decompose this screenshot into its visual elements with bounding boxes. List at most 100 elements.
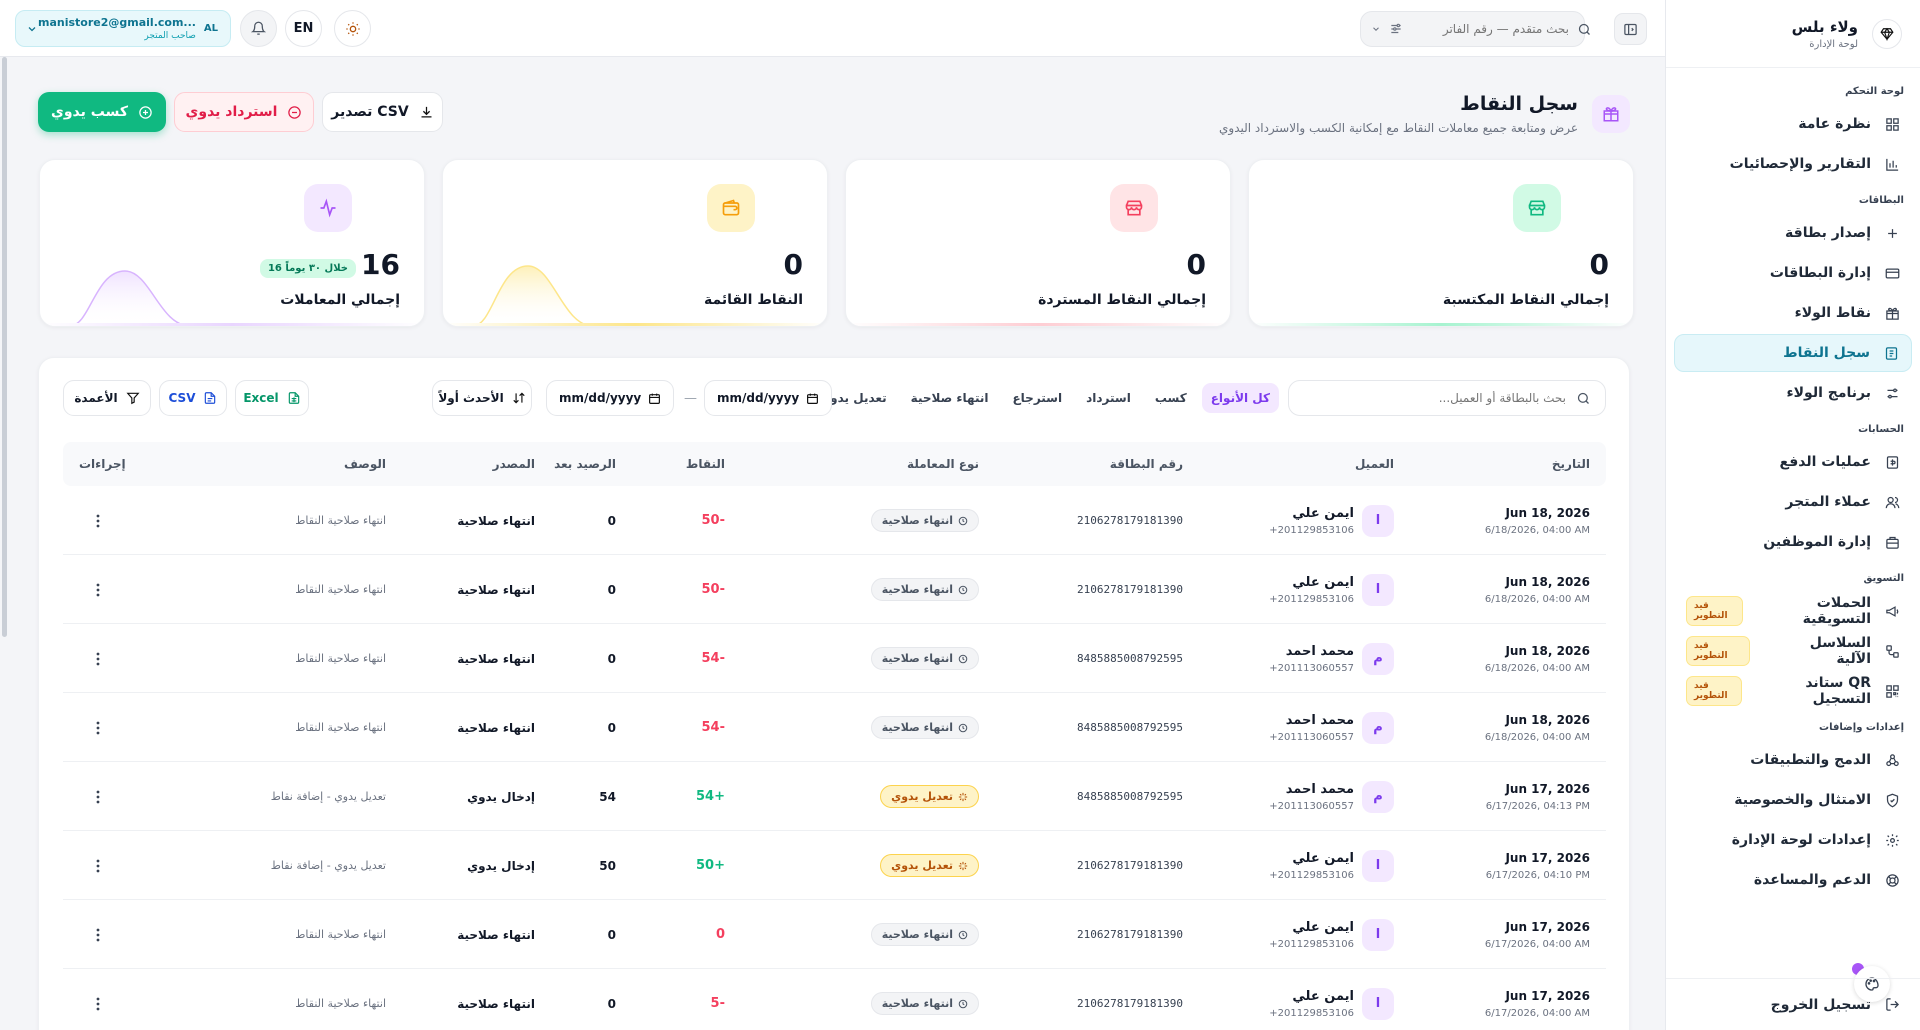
excel-label: Excel xyxy=(243,391,279,405)
cell-customer: ايمن علي +201129853106 ا xyxy=(1194,486,1394,555)
logout-label: تسجيل الخروج xyxy=(1770,996,1871,1013)
brand-title: ولاء بلس xyxy=(1791,17,1858,36)
sidebar-item-points-log[interactable]: سجل النقاط xyxy=(1674,334,1912,372)
row-actions-button[interactable] xyxy=(88,693,108,762)
language-button[interactable]: EN xyxy=(285,10,322,47)
activity-icon xyxy=(304,184,352,232)
col-customer[interactable]: العميل xyxy=(1355,442,1394,486)
sidebar-item-reports[interactable]: التقارير والإحصائيات xyxy=(1674,145,1912,183)
table-search-input[interactable] xyxy=(1303,391,1566,405)
col-card[interactable]: رقم البطاقة xyxy=(1110,442,1183,486)
filter-settings-icon[interactable] xyxy=(1389,22,1403,36)
customer-phone: +201129853106 xyxy=(1269,593,1354,605)
cell-points: 50- xyxy=(701,582,726,597)
sidebar-item-qr-stand[interactable]: قيد التطوير ستاند QR التسجيل xyxy=(1674,672,1912,710)
search-input[interactable] xyxy=(1419,22,1569,36)
cell-source: انتهاء صلاحية xyxy=(457,720,535,735)
cell-balance: 0 xyxy=(607,927,616,942)
cell-points: 54- xyxy=(701,651,726,666)
manual-refund-button[interactable]: استرداد يدوي xyxy=(174,92,314,132)
date-range-separator: — xyxy=(684,391,697,406)
row-actions-button[interactable] xyxy=(88,831,108,900)
sparkline xyxy=(473,265,594,326)
table-row[interactable]: Jun 17, 2026 6/17/2026, 04:00 AM ايمن علي +… xyxy=(63,969,1606,1030)
export-excel-button[interactable]: Excel xyxy=(235,380,309,416)
gift-icon xyxy=(1592,95,1630,133)
time-text: 6/17/2026, 04:00 AM xyxy=(1484,938,1590,950)
chevron-down-icon[interactable] xyxy=(1371,24,1381,34)
clock-icon xyxy=(958,930,968,940)
stat-card-transactions: 16 16 خلال ٣٠ يوماً إجمالي المعاملات xyxy=(39,159,425,327)
filter-all[interactable]: كل الأنواع xyxy=(1201,383,1279,413)
filter-refund[interactable]: استرجاع xyxy=(1003,383,1071,413)
sidebar-item-dashboard-settings[interactable]: إعدادات لوحة الإدارة xyxy=(1674,821,1912,859)
sidebar-item-automation[interactable]: قيد التطوير السلاسل الآلية xyxy=(1674,632,1912,670)
row-actions-button[interactable] xyxy=(88,762,108,831)
lifebuoy-icon xyxy=(1885,873,1900,888)
date-from-input[interactable]: mm/dd/yyyy xyxy=(704,380,832,416)
more-vertical-icon xyxy=(96,514,100,528)
filter-redeem[interactable]: استرداد xyxy=(1077,383,1140,413)
panel-icon xyxy=(1623,22,1638,37)
cell-balance: 50 xyxy=(599,858,616,873)
col-description[interactable]: الوصف xyxy=(344,442,386,486)
date-text: Jun 18, 2026 xyxy=(1505,505,1590,520)
row-actions-button[interactable] xyxy=(88,624,108,693)
users-icon xyxy=(1885,495,1900,510)
table-row[interactable]: Jun 18, 2026 6/18/2026, 04:00 AM ايمن علي +… xyxy=(63,486,1606,555)
user-menu[interactable]: manistore2@gmail.com... صاحب المتجر AL xyxy=(15,10,231,47)
sidebar-item-loyalty-program[interactable]: برنامج الولاء xyxy=(1674,374,1912,412)
cell-source: انتهاء صلاحية xyxy=(457,996,535,1011)
sidebar-toggle-button[interactable] xyxy=(1614,13,1647,45)
main-content: سجل النقاط عرض ومتابعة جميع معاملات النق… xyxy=(0,57,1665,1030)
filter-expiry[interactable]: انتهاء صلاحية xyxy=(902,383,998,413)
sidebar-item-compliance[interactable]: الامتثال والخصوصية xyxy=(1674,781,1912,819)
shield-icon xyxy=(1885,793,1900,808)
export-csv-table-button[interactable]: CSV xyxy=(159,380,227,416)
row-actions-button[interactable] xyxy=(88,486,108,555)
sidebar-item-staff[interactable]: إدارة الموظفين xyxy=(1674,523,1912,561)
row-actions-button[interactable] xyxy=(88,555,108,624)
manual-earn-button[interactable]: كسب يدوي xyxy=(38,92,166,132)
table-row[interactable]: Jun 18, 2026 6/18/2026, 04:00 AM محمد احمد… xyxy=(63,624,1606,693)
row-actions-button[interactable] xyxy=(88,969,108,1030)
notifications-button[interactable] xyxy=(240,10,277,47)
col-balance[interactable]: الرصيد بعد xyxy=(554,442,616,486)
export-csv-button[interactable]: تصدير CSV xyxy=(322,92,443,132)
table-row[interactable]: Jun 18, 2026 6/18/2026, 04:00 AM ايمن علي +… xyxy=(63,555,1606,624)
theme-toggle[interactable] xyxy=(334,10,371,47)
download-icon xyxy=(419,105,434,120)
table-row[interactable]: Jun 18, 2026 6/18/2026, 04:00 AM محمد احمد… xyxy=(63,693,1606,762)
sort-button[interactable]: الأحدث أولاً xyxy=(432,380,532,416)
sidebar-item-support[interactable]: الدعم والمساعدة xyxy=(1674,861,1912,899)
table-row[interactable]: Jun 17, 2026 6/17/2026, 04:13 PM محمد احمد… xyxy=(63,762,1606,831)
sidebar-item-integrations[interactable]: الدمج والتطبيقات xyxy=(1674,741,1912,779)
sidebar-item-issue-card[interactable]: إصدار بطاقة xyxy=(1674,214,1912,252)
time-text: 6/17/2026, 04:13 PM xyxy=(1485,800,1590,812)
sidebar-item-overview[interactable]: نظرة عامة xyxy=(1674,105,1912,143)
store-icon xyxy=(1513,184,1561,232)
col-points[interactable]: النقاط xyxy=(686,442,725,486)
customer-name: ايمن علي xyxy=(1292,505,1354,521)
date-to-input[interactable]: mm/dd/yyyy xyxy=(546,380,674,416)
sidebar-item-loyalty-points[interactable]: نقاط الولاء xyxy=(1674,294,1912,332)
cell-customer: محمد احمد +201113060557 م xyxy=(1194,624,1394,693)
columns-button[interactable]: الأعمدة xyxy=(63,380,151,416)
logout-button[interactable]: تسجيل الخروج xyxy=(1666,978,1920,1030)
sidebar-item-campaigns[interactable]: قيد التطوير الحملات التسويقية xyxy=(1674,592,1912,630)
col-type[interactable]: نوع المعاملة xyxy=(907,442,979,486)
sidebar-item-label: الحملات التسويقية xyxy=(1802,595,1871,627)
row-actions-button[interactable] xyxy=(88,900,108,969)
col-source[interactable]: المصدر xyxy=(493,442,535,486)
sidebar-item-payments[interactable]: عمليات الدفع xyxy=(1674,443,1912,481)
sidebar-item-store-customers[interactable]: عملاء المتجر xyxy=(1674,483,1912,521)
col-date[interactable]: التاريخ xyxy=(1552,442,1590,486)
cell-card-number: 2106278179181390 xyxy=(1077,583,1183,596)
table-row[interactable]: Jun 17, 2026 6/17/2026, 04:10 PM ايمن علي +… xyxy=(63,831,1606,900)
scrollbar[interactable] xyxy=(2,57,7,637)
sidebar-item-manage-cards[interactable]: إدارة البطاقات xyxy=(1674,254,1912,292)
workflow-icon xyxy=(1885,644,1900,659)
avatar: AL xyxy=(203,23,219,34)
filter-earn[interactable]: كسب xyxy=(1146,383,1196,413)
table-row[interactable]: Jun 17, 2026 6/17/2026, 04:00 AM ايمن علي +… xyxy=(63,900,1606,969)
